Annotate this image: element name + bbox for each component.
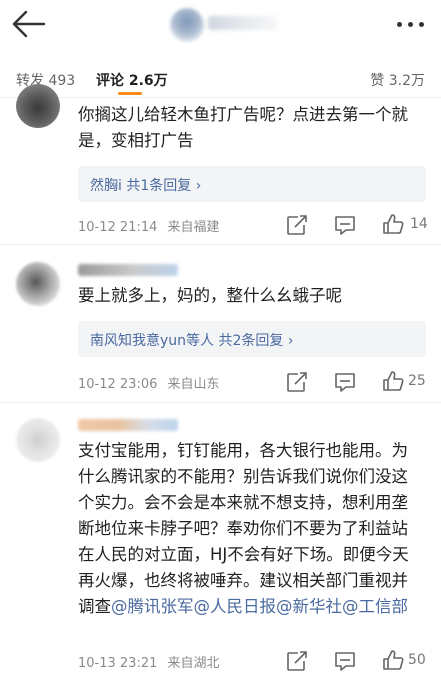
tab-bar: 转发 493 评论 2.6万 赞 3.2万	[0, 52, 441, 98]
comment-text: 要上就多上，妈的，整什么幺蛾子呢	[78, 286, 342, 305]
author-avatar[interactable]	[170, 8, 204, 42]
top-bar	[0, 0, 441, 50]
comment-icon[interactable]	[333, 650, 357, 672]
comment-time: 10-12 23:06	[78, 377, 158, 392]
active-tab-indicator	[118, 92, 142, 95]
divider	[0, 244, 441, 245]
author-name-blurred	[208, 16, 278, 30]
tab-likes[interactable]: 赞 3.2万	[370, 70, 425, 90]
comment-icon[interactable]	[333, 371, 357, 393]
comment-avatar[interactable]	[16, 418, 60, 462]
like-icon[interactable]	[381, 370, 405, 392]
comment-meta: 10-12 23:06 来自山东	[78, 373, 220, 392]
comment-location: 来自山东	[167, 377, 220, 392]
comment-time: 10-12 21:14	[78, 220, 158, 235]
comment-meta: 10-12 21:14 来自福建	[78, 216, 220, 235]
reply-count: 共2条回复 ›	[218, 333, 294, 349]
like-count: 25	[408, 373, 426, 389]
reply-count: 共1条回复 ›	[126, 178, 202, 194]
comment-icon[interactable]	[333, 214, 357, 236]
tab-comments[interactable]: 评论 2.6万	[96, 70, 168, 90]
mention-links[interactable]: @腾讯张军@人民日报@新华社@工信部	[111, 597, 408, 616]
comment-meta: 10-13 23:21 来自湖北	[78, 652, 220, 671]
repost-icon[interactable]	[285, 371, 309, 393]
more-dots-icon[interactable]	[395, 12, 427, 36]
divider	[0, 402, 441, 403]
like-icon[interactable]	[381, 213, 405, 235]
like-count: 14	[410, 216, 428, 232]
repost-icon[interactable]	[285, 214, 309, 236]
reply-preview[interactable]: 然胸i 共1条回复 ›	[78, 166, 426, 202]
reply-users: 南风知我意yun等人	[90, 333, 215, 349]
comment-location: 来自湖北	[167, 656, 220, 671]
comment-location: 来自福建	[167, 220, 220, 235]
repost-icon[interactable]	[285, 650, 309, 672]
comment-text: 你搁这儿给轻木鱼打广告呢？点进去第一个就是，变相打广告	[78, 105, 408, 150]
username-blurred	[78, 264, 178, 276]
comment-avatar[interactable]	[16, 262, 60, 306]
like-count: 50	[408, 652, 426, 668]
comment-avatar[interactable]	[16, 84, 60, 128]
username-blurred	[78, 419, 178, 431]
reply-preview[interactable]: 南风知我意yun等人 共2条回复 ›	[78, 321, 426, 357]
back-arrow-icon[interactable]	[10, 8, 46, 40]
comment-text: 支付宝能用，钉钉能用，各大银行也能用。为什么腾讯家的不能用？别告诉我们说你们没这…	[78, 441, 409, 616]
like-icon[interactable]	[381, 649, 405, 671]
reply-users: 然胸i	[90, 178, 122, 194]
comment-time: 10-13 23:21	[78, 656, 158, 671]
